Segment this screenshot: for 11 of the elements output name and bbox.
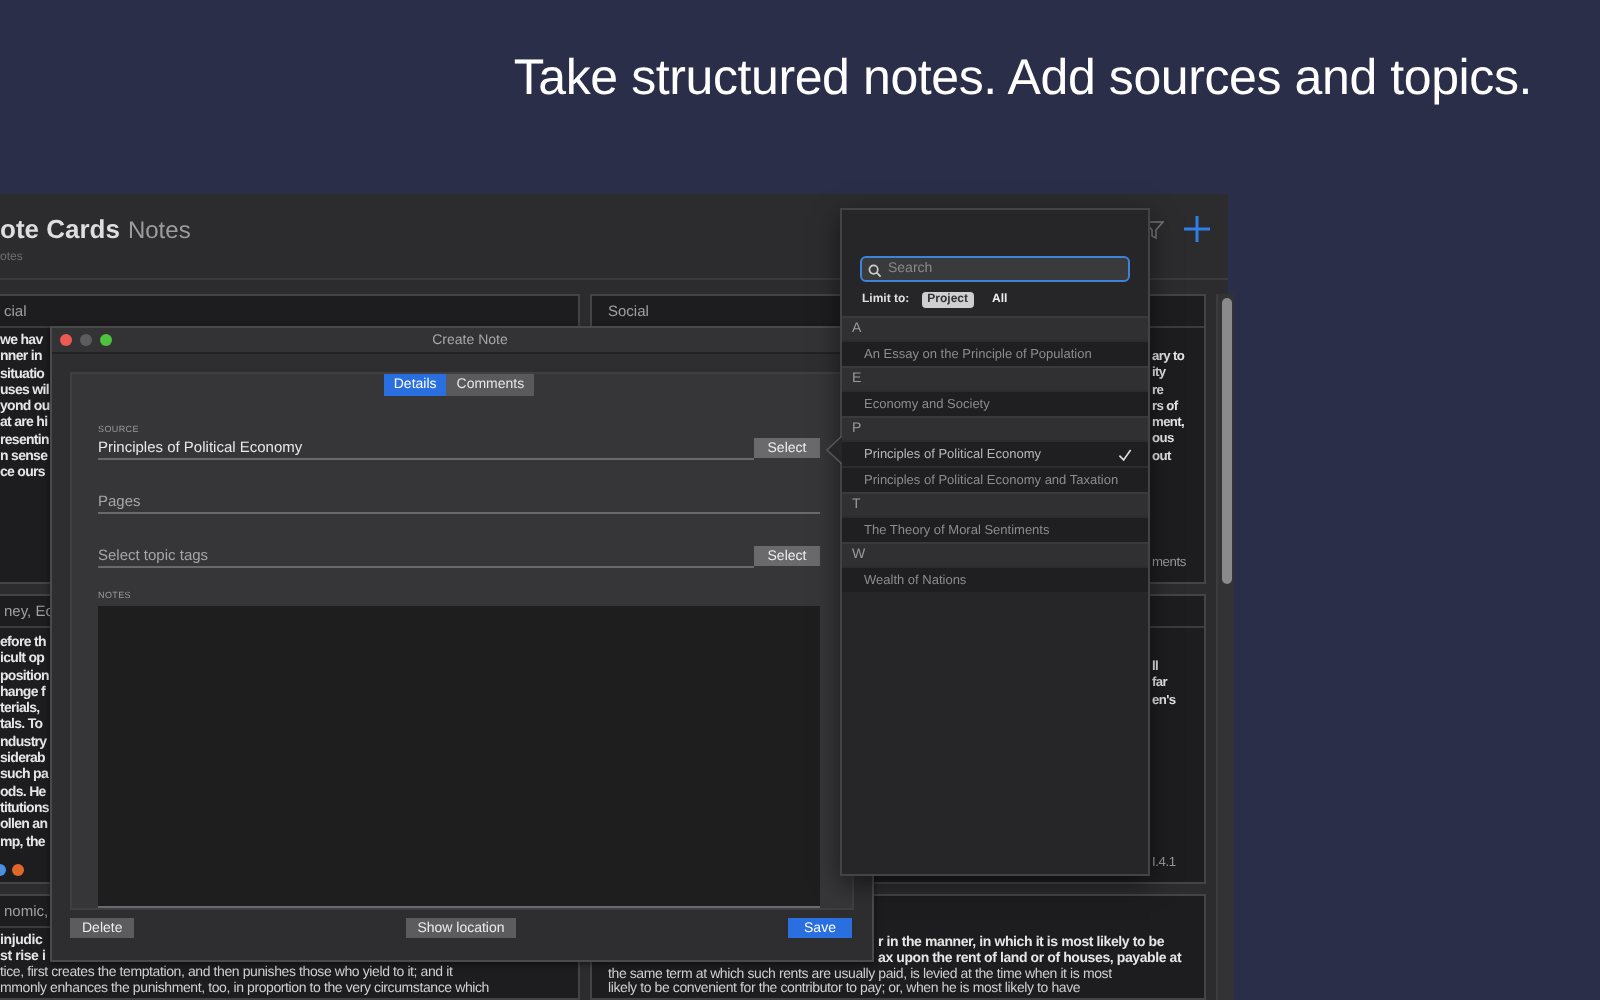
search-icon bbox=[868, 263, 882, 277]
add-icon[interactable] bbox=[1184, 216, 1210, 242]
scrollbar[interactable] bbox=[1221, 298, 1231, 584]
checkmark-icon bbox=[1118, 447, 1132, 461]
view-title: Notes bbox=[127, 216, 191, 244]
headline: Take structured notes. Add sources and topics. bbox=[513, 50, 1532, 110]
zoom-button[interactable] bbox=[100, 334, 112, 346]
notes-field[interactable] bbox=[98, 606, 820, 908]
close-button[interactable] bbox=[60, 334, 72, 346]
app-title: ote Cards bbox=[0, 214, 120, 244]
minimize-button[interactable] bbox=[80, 334, 92, 346]
